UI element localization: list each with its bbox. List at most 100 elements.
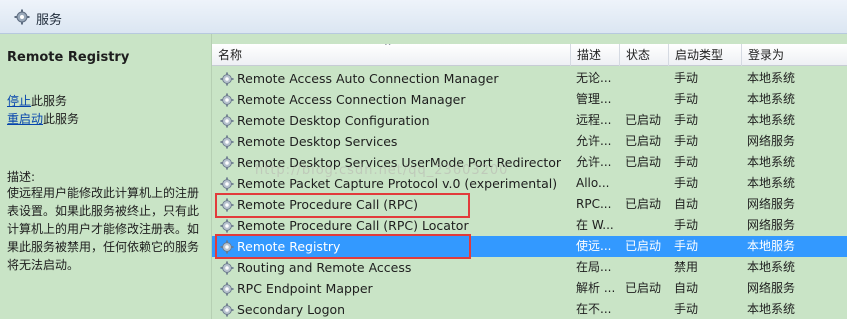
- description-label: 描述:: [7, 170, 36, 184]
- service-startup-type-cell: 手动: [674, 239, 699, 253]
- service-description-cell: RPC...: [576, 197, 612, 211]
- service-status-cell: 已启动: [625, 281, 662, 295]
- service-startup-type-cell: 手动: [674, 302, 699, 316]
- service-row[interactable]: Remote Desktop Services UserMode Port Re…: [212, 152, 847, 173]
- service-description-cell: 允许...: [576, 155, 612, 169]
- stop-service-suffix: 此服务: [31, 94, 68, 108]
- service-startup-type-cell: 手动: [674, 113, 699, 127]
- service-log-on-as-cell: 网络服务: [747, 281, 796, 295]
- service-name: Secondary Logon: [237, 302, 346, 317]
- service-log-on-as-cell: 本地系统: [747, 92, 796, 106]
- service-name-cell: Remote Packet Capture Protocol v.0 (expe…: [212, 173, 571, 194]
- column-header-status[interactable]: 状态: [620, 44, 669, 66]
- service-row[interactable]: Remote Procedure Call (RPC) RPC... 已启动 自动 网络…: [212, 194, 847, 215]
- service-row[interactable]: Remote Access Connection Manager 管理... 手动 本…: [212, 89, 847, 110]
- service-gear-icon: [220, 260, 237, 275]
- column-header-startup-type[interactable]: 启动类型: [669, 44, 742, 66]
- service-detail-panel: Remote Registry 停止此服务 重启动此服务 描述: 使远程用户能修…: [0, 34, 212, 319]
- service-gear-icon: [220, 134, 237, 149]
- service-description-cell: 在 W...: [576, 218, 614, 232]
- stop-service-link[interactable]: 停止: [7, 94, 31, 108]
- restart-service-link[interactable]: 重启动: [7, 112, 43, 126]
- service-log-on-as-cell: 本地系统: [747, 155, 796, 169]
- service-name-cell: Remote Desktop Services UserMode Port Re…: [212, 152, 571, 173]
- selected-service-name: Remote Registry: [7, 50, 130, 65]
- service-status-cell: 已启动: [625, 239, 662, 253]
- service-row[interactable]: Remote Access Auto Connection Manager 无论.…: [212, 68, 847, 89]
- service-startup-type-cell: 手动: [674, 218, 699, 232]
- description-line: 计算机上的用户才能修改注册表。如: [7, 222, 200, 236]
- column-header-name[interactable]: ^ 名称: [212, 44, 571, 66]
- service-log-on-as-cell: 本地服务: [747, 239, 796, 253]
- service-status-cell: [620, 173, 669, 194]
- column-header-log-on-as[interactable]: 登录为: [742, 44, 847, 66]
- service-name-cell: RPC Endpoint Mapper: [212, 278, 571, 299]
- services-gear-icon: [14, 9, 30, 25]
- service-row[interactable]: Remote Desktop Configuration 远程... 已启动 手动 本地…: [212, 110, 847, 131]
- service-startup-type-cell: 手动: [674, 92, 699, 106]
- service-gear-icon: [220, 113, 237, 128]
- description-line: 将无法启动。: [7, 258, 80, 272]
- service-name: Remote Packet Capture Protocol v.0 (expe…: [237, 176, 558, 191]
- service-gear-icon: [220, 155, 237, 170]
- service-status-cell: 已启动: [625, 134, 662, 148]
- service-row[interactable]: Secondary Logon 在不... 手动 本地系统: [212, 299, 847, 319]
- service-row[interactable]: Routing and Remote Access 在局... 禁用 本地系统: [212, 257, 847, 278]
- service-name: Remote Procedure Call (RPC): [237, 197, 418, 212]
- service-startup-type-cell: 手动: [674, 155, 699, 169]
- service-status-cell: [620, 68, 669, 89]
- service-name-cell: Routing and Remote Access: [212, 257, 571, 278]
- service-row[interactable]: Remote Registry 使远... 已启动 手动 本地服务: [212, 236, 847, 257]
- service-gear-icon: [220, 239, 237, 254]
- service-row[interactable]: Remote Packet Capture Protocol v.0 (expe…: [212, 173, 847, 194]
- service-startup-type-cell: 自动: [674, 281, 699, 295]
- service-startup-type-cell: 手动: [674, 134, 699, 148]
- service-name-cell: Remote Desktop Services: [212, 131, 571, 152]
- title-bar: 服务: [0, 0, 847, 34]
- service-name: RPC Endpoint Mapper: [237, 281, 373, 296]
- service-description-cell: 在不...: [576, 302, 612, 316]
- service-description: 使远程用户能修改此计算机上的注册 表设置。如果此服务被终止，只有此 计算机上的用…: [7, 184, 207, 274]
- services-list: ^ 名称 描述 状态 启动类型 登录为 Remote Access Auto C…: [212, 34, 847, 319]
- service-gear-icon: [220, 92, 237, 107]
- service-name: Remote Desktop Services: [237, 134, 398, 149]
- service-name-cell: Remote Desktop Configuration: [212, 110, 571, 131]
- service-description-cell: 允许...: [576, 134, 612, 148]
- service-log-on-as-cell: 本地系统: [747, 71, 796, 85]
- service-status-cell: [620, 89, 669, 110]
- service-row[interactable]: RPC Endpoint Mapper 解析 ... 已启动 自动 网络服务: [212, 278, 847, 299]
- service-rows: Remote Access Auto Connection Manager 无论.…: [212, 68, 847, 319]
- description-line: 表设置。如果此服务被终止，只有此: [7, 204, 200, 218]
- column-header-name-label: 名称: [218, 48, 243, 62]
- restart-service-suffix: 此服务: [43, 112, 80, 126]
- service-name: Remote Access Connection Manager: [237, 92, 466, 107]
- service-status-cell: 已启动: [625, 113, 662, 127]
- window-title: 服务: [36, 13, 63, 28]
- service-gear-icon: [220, 176, 237, 191]
- service-row[interactable]: Remote Procedure Call (RPC) Locator 在 W..…: [212, 215, 847, 236]
- service-row[interactable]: Remote Desktop Services 允许... 已启动 手动 网络服务: [212, 131, 847, 152]
- service-name: Remote Registry: [237, 239, 341, 254]
- sort-ascending-icon: ^: [384, 44, 392, 52]
- service-name-cell: Remote Procedure Call (RPC) Locator: [212, 215, 571, 236]
- service-gear-icon: [220, 302, 237, 317]
- service-log-on-as-cell: 网络服务: [747, 218, 796, 232]
- service-name: Remote Desktop Services UserMode Port Re…: [237, 155, 562, 170]
- service-name: Routing and Remote Access: [237, 260, 412, 275]
- service-status-cell: 已启动: [625, 155, 662, 169]
- list-header: ^ 名称 描述 状态 启动类型 登录为: [212, 44, 847, 66]
- service-gear-icon: [220, 218, 237, 233]
- description-line: 果此服务被禁用，任何依赖它的服务: [7, 240, 200, 254]
- service-log-on-as-cell: 本地系统: [747, 260, 796, 274]
- column-header-description[interactable]: 描述: [571, 44, 620, 66]
- service-startup-type-cell: 手动: [674, 176, 699, 190]
- service-log-on-as-cell: 本地系统: [747, 113, 796, 127]
- service-status-cell: [620, 299, 669, 319]
- service-name: Remote Desktop Configuration: [237, 113, 430, 128]
- service-log-on-as-cell: 本地系统: [747, 302, 796, 316]
- description-line: 使远程用户能修改此计算机上的注册: [7, 186, 200, 200]
- service-name-cell: Secondary Logon: [212, 299, 571, 319]
- service-name-cell: Remote Procedure Call (RPC): [212, 194, 571, 215]
- service-status-cell: [620, 215, 669, 236]
- service-description-cell: 使远...: [576, 239, 612, 253]
